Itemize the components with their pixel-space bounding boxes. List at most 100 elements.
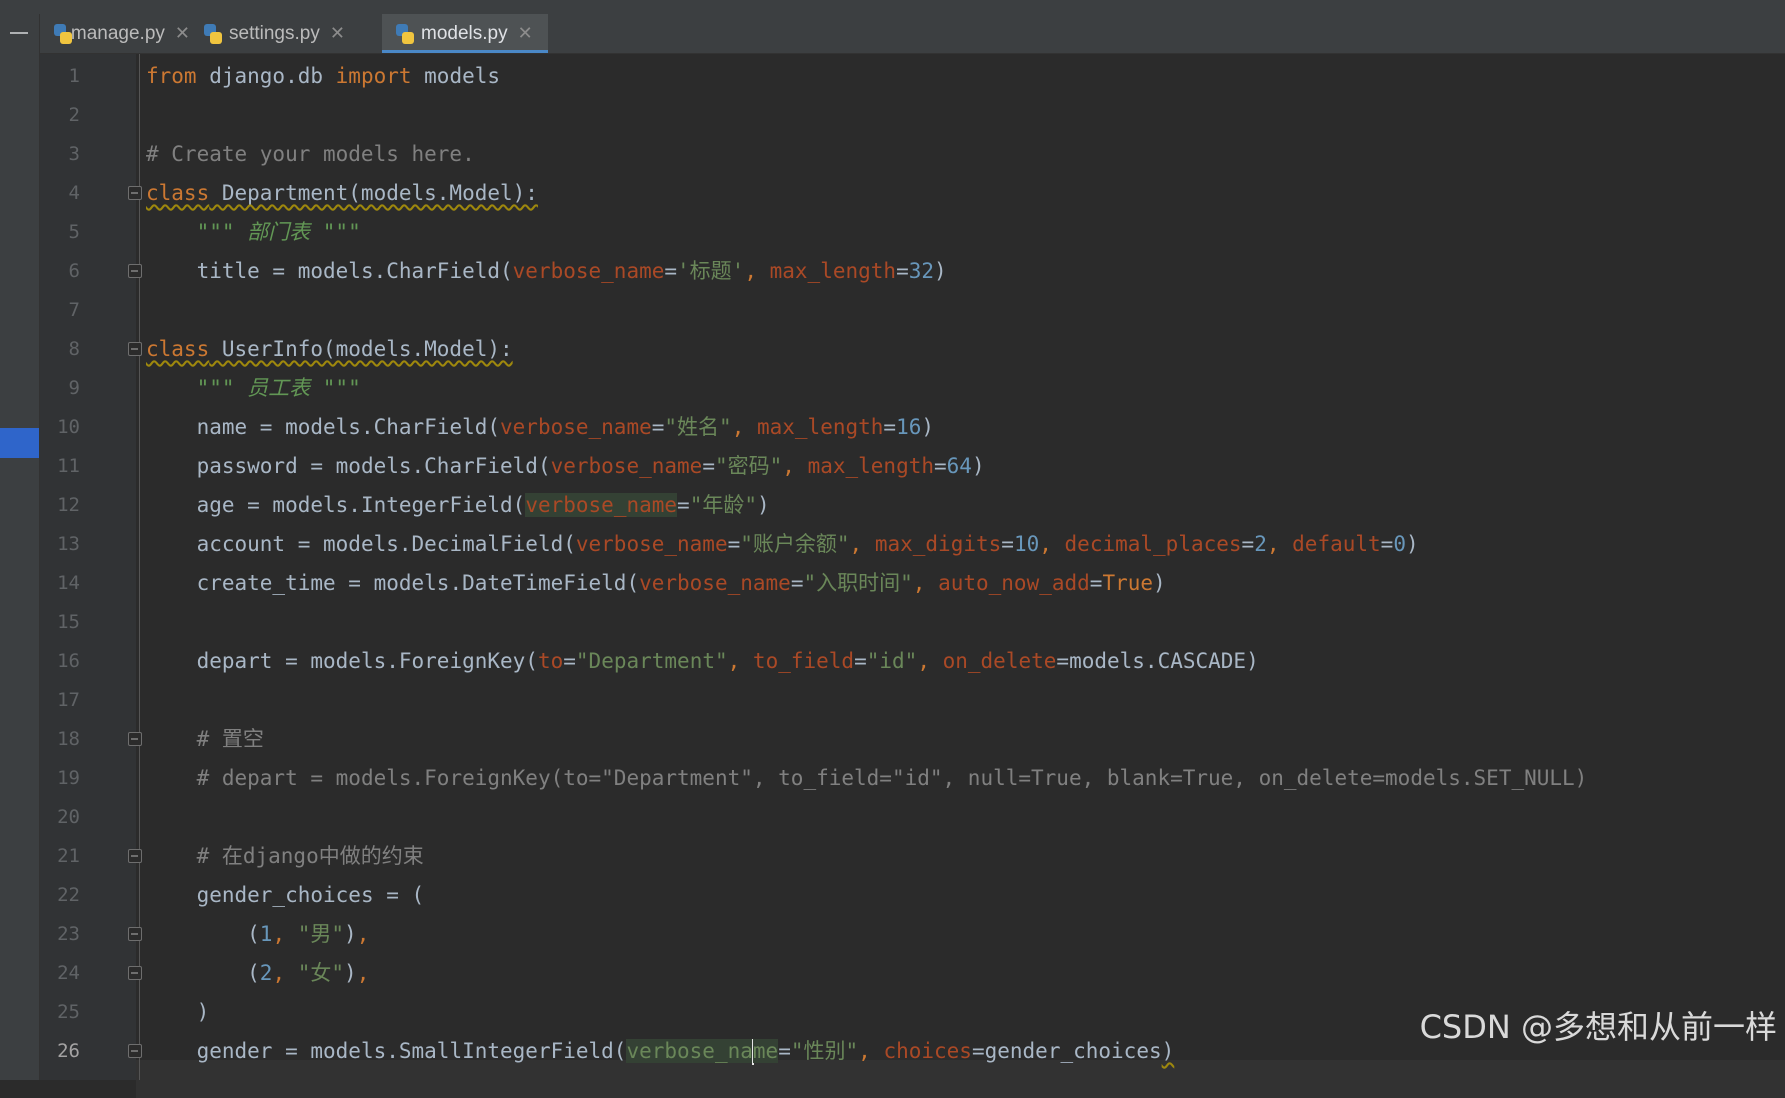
code-text: account = models.DecimalField( — [196, 532, 576, 556]
param-name-highlighted: verbose_na — [626, 1039, 753, 1063]
tab-settings-py[interactable]: settings.py ✕ — [190, 14, 360, 53]
line-number: 16 — [57, 650, 80, 672]
fold-icon[interactable] — [128, 1044, 142, 1058]
code-text: UserInfo(models.Model): — [209, 337, 513, 361]
line-number: 11 — [57, 455, 80, 477]
tab-label: manage.py — [70, 22, 165, 44]
watermark: CSDN @多想和从前一样 — [1419, 1008, 1777, 1046]
keyword: True — [1102, 571, 1154, 595]
string-literal: "密码" — [714, 454, 783, 478]
line-number: 6 — [68, 260, 80, 282]
fold-icon[interactable] — [128, 342, 142, 356]
code-text: ) — [921, 415, 935, 439]
tab-label: settings.py — [229, 22, 320, 44]
line-number: 25 — [57, 1001, 80, 1023]
code-line: class UserInfo(models.Model): — [146, 330, 513, 368]
fold-icon[interactable] — [128, 732, 142, 746]
line-number: 15 — [57, 611, 80, 633]
line-number: 1 — [68, 65, 80, 87]
param-name: verbose_name — [575, 532, 728, 556]
param-name: decimal_places — [1064, 532, 1242, 556]
keyword: from — [146, 64, 197, 88]
code-line: # 置空 — [146, 720, 264, 758]
close-icon[interactable]: ✕ — [518, 23, 533, 44]
line-number: 2 — [68, 104, 80, 126]
param-name: max_length — [756, 415, 884, 439]
line-number: 21 — [57, 845, 80, 867]
param-name: choices — [883, 1039, 972, 1063]
param-name-highlighted: me — [752, 1039, 779, 1063]
fold-icon[interactable] — [128, 966, 142, 980]
comment: # Create your models here. — [146, 142, 475, 166]
python-file-icon — [396, 23, 414, 44]
keyword: import — [335, 64, 412, 88]
string-literal: '标题' — [677, 259, 745, 283]
code-text: gender = models.SmallIntegerField( — [196, 1039, 627, 1063]
number-literal: 0 — [1393, 532, 1406, 556]
comment: # 置空 — [196, 727, 264, 751]
title-strip — [0, 0, 1785, 15]
string-literal: "性别" — [790, 1039, 859, 1063]
code-line: from django.db import models — [146, 57, 500, 95]
keyword: class — [146, 337, 210, 361]
docstring: """ 部门表 """ — [196, 220, 361, 244]
tab-manage-py[interactable]: manage.py ✕ — [40, 14, 190, 53]
number-literal: 32 — [908, 259, 935, 283]
fold-icon[interactable] — [128, 849, 142, 863]
line-number: 19 — [57, 767, 80, 789]
code-text: ) — [1405, 532, 1419, 556]
line-number: 22 — [57, 884, 80, 906]
code-text: password = models.CharField( — [196, 454, 551, 478]
code-text: ) — [934, 259, 947, 283]
python-file-icon — [54, 23, 72, 44]
code-text: name = models.CharField( — [196, 415, 501, 439]
tab-label: models.py — [421, 22, 508, 44]
line-number: 8 — [68, 338, 80, 360]
code-line: """ 员工表 """ — [146, 369, 361, 407]
tab-models-py[interactable]: models.py ✕ — [382, 14, 548, 53]
code-text: Department(models.Model): — [209, 181, 538, 205]
line-number: 14 — [57, 572, 80, 594]
docstring: """ 员工表 """ — [196, 376, 361, 400]
code-line: age = models.IntegerField(verbose_name="… — [196, 493, 770, 517]
param-name: max_length — [807, 454, 934, 478]
line-number: 5 — [68, 221, 80, 243]
number-literal: 64 — [946, 454, 972, 478]
line-number: 13 — [57, 533, 80, 555]
comment: # depart = models.ForeignKey(to="Departm… — [196, 766, 1588, 790]
fold-icon[interactable] — [128, 186, 142, 200]
code-line: account = models.DecimalField(verbose_na… — [196, 532, 1419, 556]
close-icon[interactable]: ✕ — [330, 23, 345, 44]
line-number: 3 — [68, 143, 80, 165]
code-text: age = models.IntegerField( — [196, 493, 526, 517]
code-text: django.db — [196, 64, 336, 88]
string-literal: "男" — [297, 922, 345, 946]
code-line: gender_choices = ( — [146, 876, 425, 914]
code-text: models.CASCADE) — [1069, 649, 1259, 673]
param-name: default — [1292, 532, 1381, 556]
code-text: ) — [756, 493, 770, 517]
close-icon[interactable]: ✕ — [175, 23, 190, 44]
editor-tab-bar: manage.py ✕ settings.py ✕ models.py ✕ — [40, 14, 1785, 54]
fold-icon[interactable] — [128, 927, 142, 941]
fold-icon[interactable] — [128, 264, 142, 278]
number-literal: 1 — [259, 922, 273, 946]
string-literal: "女" — [297, 961, 345, 985]
number-literal: 2 — [259, 961, 273, 985]
line-number: 17 — [57, 689, 80, 711]
line-number: 20 — [57, 806, 80, 828]
tool-selection-marker — [0, 428, 39, 458]
param-name: verbose_name — [639, 571, 791, 595]
collapse-icon[interactable] — [10, 32, 28, 34]
class-declaration: class UserInfo(models.Model): — [146, 337, 513, 361]
code-text: ) — [971, 454, 985, 478]
code-line: """ 部门表 """ — [146, 213, 361, 251]
param-name: to_field — [752, 649, 855, 673]
line-number: 18 — [57, 728, 80, 750]
string-literal: "Department" — [575, 649, 728, 673]
line-number: 12 — [57, 494, 80, 516]
string-literal: "姓名" — [664, 415, 732, 439]
param-name: verbose_name — [512, 259, 665, 283]
param-name: on_delete — [942, 649, 1057, 673]
string-literal: "年龄" — [689, 493, 757, 517]
